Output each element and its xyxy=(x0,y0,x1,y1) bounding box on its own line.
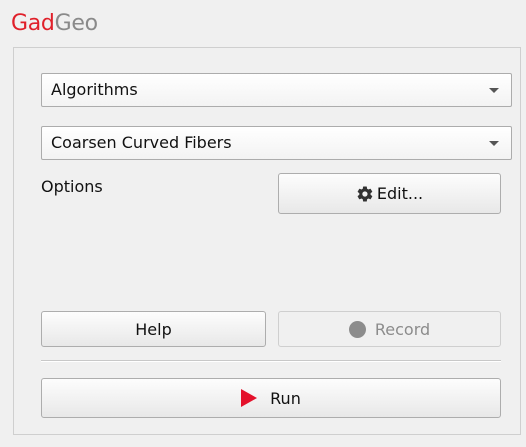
chevron-down-icon xyxy=(489,141,499,146)
record-dot-icon xyxy=(348,320,366,338)
edit-button-label: Edit... xyxy=(376,184,424,203)
help-button[interactable]: Help xyxy=(41,311,266,347)
record-button-label: Record xyxy=(374,319,431,339)
edit-options-button[interactable]: Edit... xyxy=(278,173,501,214)
run-button[interactable]: Run xyxy=(41,378,501,418)
help-button-label: Help xyxy=(135,319,172,339)
chevron-down-icon xyxy=(489,88,499,93)
run-button-label: Run xyxy=(270,388,301,408)
app-title: GadGeo xyxy=(11,8,98,40)
gear-icon xyxy=(357,185,373,202)
options-label: Options xyxy=(41,177,103,196)
algorithm-panel: Algorithms Coarsen Curved Fibers Options… xyxy=(13,47,521,435)
algorithm-selector-value: Coarsen Curved Fibers xyxy=(51,133,232,152)
record-button[interactable]: Record xyxy=(278,311,501,347)
app-title-part1: Gad xyxy=(11,11,55,36)
app-title-part2: Geo xyxy=(54,11,98,36)
algorithms-dropdown-value: Algorithms xyxy=(51,80,138,99)
play-icon xyxy=(241,389,258,407)
gadgeo-panel-window: GadGeo Algorithms Coarsen Curved Fibers … xyxy=(0,0,526,447)
algorithm-selector-dropdown[interactable]: Coarsen Curved Fibers xyxy=(41,126,512,160)
separator-line xyxy=(41,360,501,362)
algorithms-dropdown[interactable]: Algorithms xyxy=(41,73,512,107)
